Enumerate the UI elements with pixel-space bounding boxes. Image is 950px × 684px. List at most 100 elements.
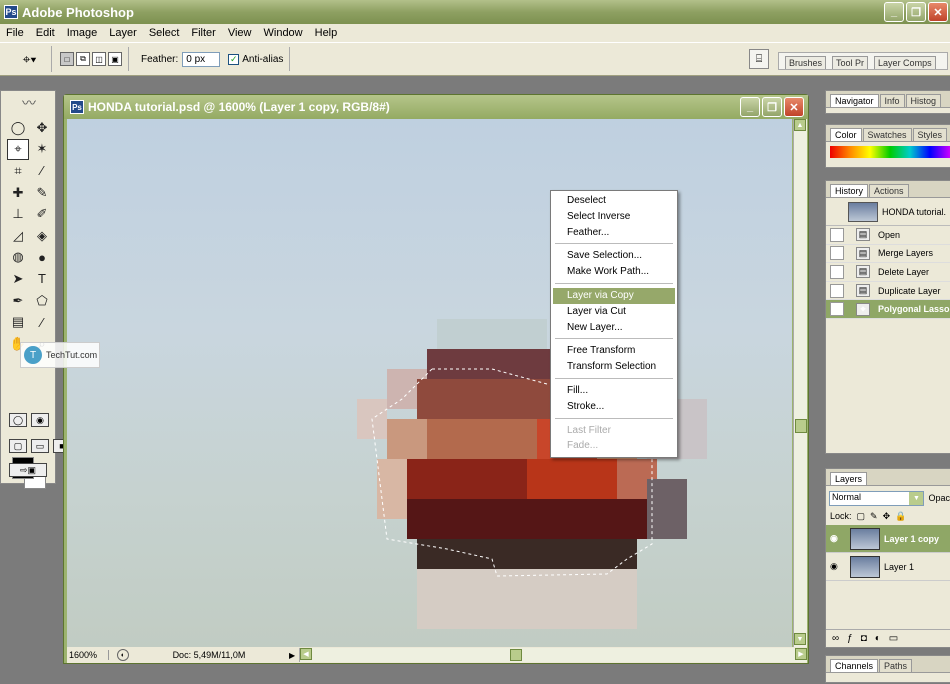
- clone-stamp-tool-icon[interactable]: ⊥: [7, 203, 29, 225]
- crop-tool-icon[interactable]: ⌗: [7, 160, 29, 182]
- tab-history[interactable]: History: [830, 184, 869, 197]
- menu-item-free-transform[interactable]: Free Transform: [553, 343, 675, 359]
- minimize-button[interactable]: _: [884, 2, 904, 22]
- new-group-icon[interactable]: ▭: [889, 633, 898, 644]
- antialias-checkbox[interactable]: ✓: [228, 53, 240, 65]
- menu-help[interactable]: Help: [309, 27, 344, 39]
- pen-tool-icon[interactable]: ✒: [7, 290, 29, 312]
- history-item[interactable]: ▤ Open: [826, 226, 950, 245]
- menu-file[interactable]: File: [0, 27, 30, 39]
- history-source-box[interactable]: [830, 264, 844, 279]
- document-minimize-button[interactable]: _: [740, 97, 760, 117]
- type-tool-icon[interactable]: T: [31, 268, 53, 290]
- lock-position-icon[interactable]: ✥: [883, 511, 891, 522]
- menu-select[interactable]: Select: [143, 27, 186, 39]
- tab-actions[interactable]: Actions: [869, 184, 909, 197]
- file-browser-icon[interactable]: ⌸: [749, 49, 769, 69]
- horizontal-scrollbar[interactable]: ◀ ▶: [299, 648, 807, 662]
- menu-item-deselect[interactable]: Deselect: [553, 193, 675, 209]
- layer-style-icon[interactable]: ƒ: [847, 633, 853, 644]
- standard-mode-icon[interactable]: ◯: [9, 413, 27, 427]
- marquee-tool-icon[interactable]: ◯: [7, 117, 29, 139]
- blur-tool-icon[interactable]: ◍: [7, 247, 29, 269]
- eyedropper-tool-icon[interactable]: ⁄: [31, 311, 53, 333]
- scroll-up-icon[interactable]: ▲: [794, 119, 806, 131]
- healing-brush-tool-icon[interactable]: ✚: [7, 182, 29, 204]
- history-source-box[interactable]: [830, 227, 844, 242]
- tab-color[interactable]: Color: [830, 128, 862, 141]
- lock-pixels-icon[interactable]: ✎: [870, 511, 878, 522]
- well-tab-brushes[interactable]: Brushes: [785, 56, 827, 69]
- dodge-tool-icon[interactable]: ●: [31, 247, 53, 269]
- intersect-selection-icon[interactable]: ▣: [108, 52, 122, 66]
- history-source-box[interactable]: [830, 246, 844, 261]
- vertical-scrollbar[interactable]: ▲ ▼: [793, 119, 807, 647]
- menu-item-new-layer[interactable]: New Layer...: [553, 320, 675, 336]
- path-selection-tool-icon[interactable]: ➤: [7, 268, 29, 290]
- new-selection-icon[interactable]: □: [60, 52, 74, 66]
- menu-item-save-selection[interactable]: Save Selection...: [553, 248, 675, 264]
- magic-wand-tool-icon[interactable]: ✶: [31, 139, 53, 161]
- link-layers-icon[interactable]: ∞: [832, 633, 839, 644]
- visibility-eye-icon[interactable]: ◉: [830, 561, 844, 572]
- menu-item-fill[interactable]: Fill...: [553, 383, 675, 399]
- layer-mask-icon[interactable]: ◘: [861, 633, 867, 644]
- horizontal-scroll-thumb[interactable]: [510, 649, 522, 661]
- document-close-button[interactable]: ✕: [784, 97, 804, 117]
- layer-row[interactable]: ◉ Layer 1 copy: [826, 525, 950, 553]
- lock-all-icon[interactable]: 🔒: [895, 511, 906, 522]
- tab-styles[interactable]: Styles: [912, 128, 948, 141]
- tab-swatches[interactable]: Swatches: [862, 128, 912, 141]
- menu-edit[interactable]: Edit: [30, 27, 61, 39]
- tab-info[interactable]: Info: [879, 94, 905, 107]
- polygonal-lasso-icon[interactable]: ⌖▾: [8, 46, 52, 72]
- visibility-eye-icon[interactable]: ◉: [830, 533, 844, 544]
- history-source-box[interactable]: [830, 283, 844, 298]
- scroll-left-icon[interactable]: ◀: [300, 648, 312, 660]
- lasso-tool-icon[interactable]: ⌖: [7, 138, 29, 161]
- menu-item-transform-selection[interactable]: Transform Selection: [553, 359, 675, 375]
- history-item-current[interactable]: ⌖ Polygonal Lasso: [826, 300, 950, 319]
- vertical-scroll-thumb[interactable]: [795, 419, 807, 433]
- canvas[interactable]: [67, 119, 792, 647]
- tab-channels[interactable]: Channels: [830, 659, 879, 672]
- tab-navigator[interactable]: Navigator: [830, 94, 879, 107]
- well-tab-tool-presets[interactable]: Tool Pr: [832, 56, 869, 69]
- scroll-down-icon[interactable]: ▼: [794, 633, 806, 645]
- move-tool-icon[interactable]: ✥: [31, 117, 53, 139]
- maximize-button[interactable]: ❐: [906, 2, 926, 22]
- menu-image[interactable]: Image: [61, 27, 104, 39]
- menu-view[interactable]: View: [222, 27, 258, 39]
- subtract-selection-icon[interactable]: ◫: [92, 52, 106, 66]
- custom-shape-tool-icon[interactable]: ⬠: [31, 290, 53, 312]
- menu-item-feather[interactable]: Feather...: [553, 225, 675, 241]
- color-ramp[interactable]: [830, 146, 950, 158]
- layer-row[interactable]: ◉ Layer 1: [826, 553, 950, 581]
- full-screen-menu-icon[interactable]: ▭: [31, 439, 49, 453]
- menu-item-layer-via-copy[interactable]: Layer via Copy: [553, 287, 675, 304]
- tab-layers[interactable]: Layers: [830, 472, 868, 485]
- zoom-level[interactable]: 1600%: [67, 650, 109, 660]
- menu-item-layer-via-cut[interactable]: Layer via Cut: [553, 304, 675, 320]
- feather-input[interactable]: [182, 51, 221, 67]
- history-snapshot[interactable]: HONDA tutorial.: [826, 198, 950, 226]
- chevron-down-icon[interactable]: ▼: [909, 491, 924, 505]
- scroll-right-icon[interactable]: ▶: [795, 648, 807, 660]
- close-button[interactable]: ✕: [928, 2, 948, 22]
- lock-transparency-icon[interactable]: ▢: [857, 511, 866, 522]
- menu-item-select-inverse[interactable]: Select Inverse: [553, 209, 675, 225]
- well-tab-layer-comps[interactable]: Layer Comps: [874, 56, 936, 69]
- brush-tool-icon[interactable]: ✎: [31, 182, 53, 204]
- menu-item-make-work-path[interactable]: Make Work Path...: [553, 264, 675, 280]
- tab-paths[interactable]: Paths: [879, 659, 913, 672]
- notes-tool-icon[interactable]: ▤: [7, 311, 29, 333]
- standard-screen-icon[interactable]: ▢: [9, 439, 27, 453]
- menu-filter[interactable]: Filter: [185, 27, 221, 39]
- quick-mask-mode-icon[interactable]: ◉: [31, 413, 49, 427]
- jump-to-imageready-icon[interactable]: ⇨▣: [9, 463, 47, 477]
- eraser-tool-icon[interactable]: ◿: [7, 225, 29, 247]
- menu-layer[interactable]: Layer: [103, 27, 143, 39]
- slice-tool-icon[interactable]: ⁄: [31, 160, 53, 182]
- add-selection-icon[interactable]: ⧉: [76, 52, 90, 66]
- document-maximize-button[interactable]: ❐: [762, 97, 782, 117]
